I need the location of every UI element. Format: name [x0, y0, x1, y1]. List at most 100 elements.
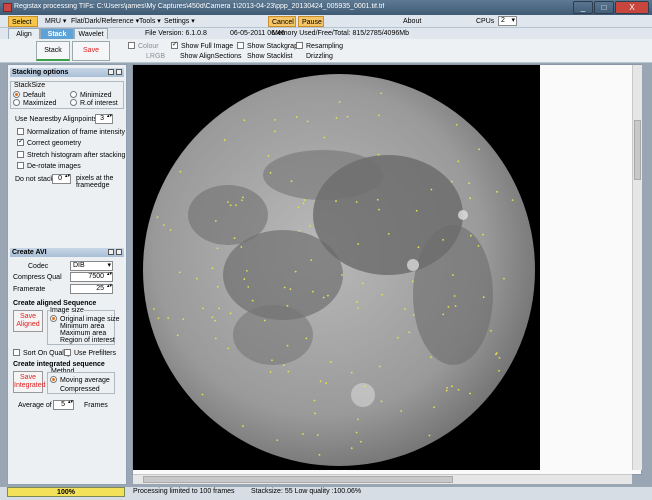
default-radio-dot[interactable]	[13, 90, 20, 98]
frames-label: Frames	[84, 402, 108, 409]
original-radio-dot[interactable]	[50, 314, 57, 322]
alignpoint-marker	[451, 274, 454, 276]
show-full-image-box[interactable]	[171, 40, 178, 49]
show-alignsections-label[interactable]: Show AlignSections	[180, 52, 241, 61]
derotate-checkbox[interactable]: De-rotate images	[17, 161, 81, 171]
alignpoint-marker	[363, 385, 366, 388]
tab-align[interactable]: Align	[8, 28, 40, 39]
compress-qual-spinner[interactable]: 7500	[70, 272, 113, 282]
prefilters-box[interactable]	[64, 348, 71, 356]
alignpoint-marker	[378, 208, 380, 211]
collapse-icon[interactable]	[108, 69, 114, 75]
minimize-button[interactable]: _	[573, 1, 593, 14]
show-full-image-checkbox[interactable]: Show Full Image	[171, 40, 234, 51]
nearest-alignpoints-spinner[interactable]: 3	[95, 114, 113, 124]
show-alignsections-text: Show AlignSections	[180, 53, 242, 60]
frame-edge-spinner[interactable]: 0	[52, 174, 71, 184]
alignpoint-marker	[350, 371, 353, 374]
resampling-box[interactable]	[296, 41, 303, 49]
maximized-radio-dot[interactable]	[13, 98, 20, 106]
tab-wavelet[interactable]: Wavelet	[74, 28, 108, 39]
alignpoint-marker	[346, 115, 349, 118]
save-aligned-button[interactable]: Save Aligned	[13, 310, 43, 332]
alignpoint-marker	[355, 201, 358, 203]
lrgb-label: LRGB	[146, 52, 165, 61]
alignpoint-marker	[376, 198, 379, 201]
pause-button[interactable]: Pause	[298, 16, 324, 27]
save-integrated-button[interactable]: Save Integrated	[13, 371, 46, 393]
compressed-radio[interactable]: Compressed	[50, 385, 100, 394]
alignpoint-marker	[433, 406, 436, 409]
copernicus-crater	[407, 259, 419, 271]
avi-collapse-icon[interactable]	[108, 249, 114, 255]
alignpoint-marker	[411, 280, 414, 283]
normalization-box[interactable]	[17, 127, 24, 135]
vertical-scroll-thumb[interactable]	[634, 120, 641, 180]
mare-crisium	[188, 185, 268, 245]
region-of-interest-radio[interactable]: Region of interest	[50, 336, 115, 345]
stretch-histogram-checkbox[interactable]: Stretch histogram after stacking	[17, 150, 125, 160]
alignpoint-marker	[243, 119, 246, 122]
vertical-scrollbar[interactable]	[632, 65, 642, 470]
alignpoint-marker	[214, 337, 217, 340]
show-stackgraph-box[interactable]	[237, 41, 244, 49]
alignpoint-marker	[283, 286, 286, 289]
framerate-spinner[interactable]: 25	[70, 284, 113, 294]
average-of-spinner[interactable]: 5	[53, 400, 74, 410]
stacking-options-title: Stacking options	[12, 69, 69, 76]
sort-on-quality-checkbox[interactable]: Sort On Quality	[13, 348, 71, 358]
stack-button[interactable]: Stack	[36, 41, 70, 61]
about-menu[interactable]: About	[400, 16, 424, 27]
drizzling-label[interactable]: Drizzling	[306, 52, 333, 61]
settings-menu[interactable]: Settings ▾	[161, 16, 198, 27]
show-stacklist-label[interactable]: Show Stacklist	[247, 52, 293, 61]
progress-text: 100%	[57, 489, 75, 496]
alignpoint-marker	[216, 247, 219, 250]
save-image-button[interactable]: Save image	[72, 41, 110, 72]
show-stackgraph-checkbox[interactable]: Show Stackgraph	[237, 41, 302, 51]
colour-checkbox[interactable]: Colour	[128, 41, 159, 51]
close-button[interactable]: X	[615, 1, 649, 14]
tab-stack[interactable]: Stack	[40, 28, 74, 39]
flat-dark-reference-menu[interactable]: Flat/Dark/Reference ▾	[68, 16, 142, 27]
moving-average-dot[interactable]	[50, 375, 57, 383]
tools-menu[interactable]: Tools ▾	[136, 16, 164, 27]
horizontal-scrollbar[interactable]	[133, 474, 632, 484]
alignpoint-marker	[309, 225, 312, 227]
normalization-checkbox[interactable]: Normalization of frame intensity	[17, 127, 125, 137]
alignpoint-marker	[357, 243, 360, 245]
correct-geometry-box[interactable]	[17, 137, 24, 146]
alignpoint-marker	[323, 136, 326, 139]
cpus-select[interactable]: 2	[498, 16, 517, 26]
stacksize-maximized-radio[interactable]: Maximized	[13, 98, 56, 108]
alignpoint-marker	[294, 270, 297, 273]
stretch-box[interactable]	[17, 150, 24, 158]
stacksize-roi-radio[interactable]: R.of interest	[70, 98, 118, 108]
cancel-button[interactable]: Cancel	[268, 16, 296, 27]
sort-quality-box[interactable]	[13, 348, 20, 356]
colour-checkbox-box[interactable]	[128, 41, 135, 49]
show-full-image-label: Show Full Image	[181, 43, 234, 50]
use-prefilters-checkbox[interactable]: Use Prefilters	[64, 348, 116, 358]
select-menu[interactable]: Select	[8, 16, 38, 27]
correct-geometry-checkbox[interactable]: Correct geometry	[17, 137, 81, 148]
alignpoint-marker	[357, 418, 359, 421]
lrgb-text: LRGB	[146, 53, 166, 60]
derotate-box[interactable]	[17, 161, 24, 169]
alignpoint-marker	[306, 120, 309, 123]
stacked-image[interactable]	[133, 65, 540, 470]
maximize-button[interactable]: □	[594, 1, 614, 14]
roi-radio-dot[interactable]	[70, 98, 77, 106]
stack-toolbar: Stack Save image Colour LRGB Show Full I…	[0, 39, 652, 72]
avi-close-icon[interactable]	[116, 249, 122, 255]
codec-select[interactable]: DIB	[70, 261, 113, 271]
resampling-checkbox[interactable]: Resampling	[296, 41, 343, 51]
alignpoint-marker	[447, 305, 450, 308]
minimized-radio-dot[interactable]	[70, 90, 77, 98]
close-panel-icon[interactable]	[116, 69, 122, 75]
mru-menu[interactable]: MRU ▾	[42, 16, 69, 27]
frameedge-label: frameedge	[76, 182, 110, 189]
moving-average-radio[interactable]: Moving average	[50, 375, 110, 385]
alignpoint-marker	[445, 389, 448, 392]
horizontal-scroll-thumb[interactable]	[143, 476, 453, 483]
